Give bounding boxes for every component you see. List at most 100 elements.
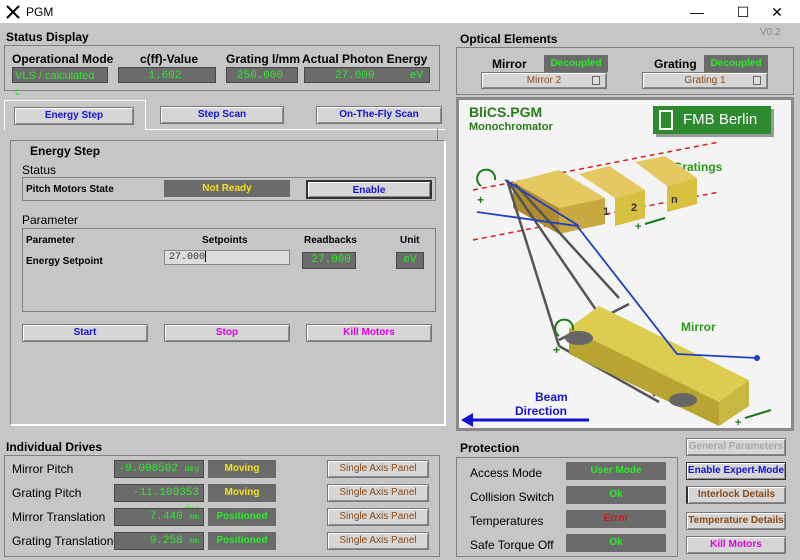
photon-energy-value: 27.000 eV — [304, 67, 430, 83]
translation-arrow-icon — [644, 217, 666, 225]
tab-step-scan[interactable]: Step Scan — [160, 106, 284, 124]
protection-name: Access Mode — [470, 466, 543, 480]
kill-motors-side-button[interactable]: Kill Motors — [686, 536, 786, 554]
grating-select-value: Grating 1 — [684, 75, 726, 86]
drive-state: Positioned — [208, 508, 276, 526]
energy-unit: eV — [396, 252, 424, 269]
interlock-details-button[interactable]: Interlock Details — [686, 486, 786, 504]
drive-name: Grating Translation — [12, 534, 114, 548]
tab-energy-step[interactable]: Energy Step — [4, 100, 146, 130]
pitch-motors-state: Not Ready — [164, 180, 290, 197]
dropdown-indicator-icon — [753, 76, 761, 85]
status-display-title: Status Display — [6, 30, 89, 44]
cff-header: c(ff)-Value — [140, 52, 199, 66]
grating-number-2: 2 — [631, 202, 638, 214]
col-parameter: Parameter — [26, 235, 75, 246]
single-axis-panel-button[interactable]: Single Axis Panel — [327, 484, 429, 502]
drive-value-number: 7.440 — [149, 511, 183, 523]
grating-lmm-header: Grating l/mm — [226, 52, 301, 66]
optical-elements-title: Optical Elements — [460, 32, 558, 46]
drive-value-unit: mm — [189, 537, 199, 546]
diagram-drawing: + + + + — [461, 141, 772, 428]
svg-text:+: + — [477, 193, 484, 207]
drive-value: -9.008502 deg — [114, 460, 204, 478]
drive-name: Mirror Pitch — [12, 462, 74, 476]
col-unit: Unit — [400, 235, 420, 246]
mirror-label: Mirror — [492, 57, 527, 71]
drive-state: Moving — [208, 460, 276, 478]
dropdown-indicator-icon — [592, 76, 600, 85]
start-button[interactable]: Start — [22, 324, 148, 342]
protection-name: Temperatures — [470, 514, 544, 528]
col-setpoints: Setpoints — [202, 235, 248, 246]
drive-state: Positioned — [208, 532, 276, 550]
x11-logo-icon — [6, 5, 20, 19]
grating-decoupled-state: Decoupled — [704, 55, 768, 72]
operational-mode-header: Operational Mode — [12, 52, 114, 66]
energy-setpoint-input[interactable]: 27.000 — [164, 250, 290, 265]
single-axis-panel-button[interactable]: Single Axis Panel — [327, 508, 429, 526]
single-axis-panel-button[interactable]: Single Axis Panel — [327, 532, 429, 550]
energy-step-title: Energy Step — [30, 144, 101, 158]
tab-on-the-fly-scan[interactable]: On-The-Fly Scan — [316, 106, 442, 124]
mirror-decoupled-state: Decoupled — [544, 55, 608, 72]
grating-lmm-value: 250.000 — [226, 67, 298, 83]
protection-name: Safe Torque Off — [470, 538, 554, 552]
window-title: PGM — [26, 5, 54, 19]
rotation-arrow-icon — [476, 168, 497, 187]
individual-drives-title: Individual Drives — [6, 440, 103, 454]
drive-value-number: -11.109353 — [132, 487, 199, 499]
grating-blocks-icon — [513, 156, 697, 234]
mirror-select-value: Mirror 2 — [526, 75, 562, 86]
svg-text:+: + — [735, 417, 741, 428]
text-cursor — [205, 251, 207, 262]
protection-value: Error — [566, 510, 666, 528]
col-readbacks: Readbacks — [304, 235, 357, 246]
minimize-button[interactable]: — — [674, 0, 720, 24]
photon-energy-number: 27.000 — [335, 70, 375, 82]
grating-select[interactable]: Grating 1 — [642, 72, 768, 89]
drive-value-unit: mm — [189, 513, 199, 522]
grating-number-1: 1 — [603, 206, 610, 218]
protection-value: User Mode — [566, 462, 666, 480]
drive-value-number: 9.258 — [149, 535, 183, 547]
grating-number-n: n — [671, 194, 678, 206]
protection-name: Collision Switch — [470, 490, 555, 504]
protection-value: Ok — [566, 534, 666, 552]
protection-title: Protection — [460, 441, 520, 455]
photon-energy-unit: eV — [409, 70, 423, 82]
drive-value: -11.109353 deg — [114, 484, 204, 514]
monochromator-diagram: BliCS.PGM Monochromator FMB Berlin Grati… — [456, 97, 794, 431]
enable-button[interactable]: Enable — [306, 180, 432, 199]
drive-state: Moving — [208, 484, 276, 502]
svg-text:+: + — [635, 221, 641, 233]
drive-value: 7.440 mm — [114, 508, 204, 526]
parameter-section-label: Parameter — [22, 213, 79, 227]
tab-energy-step-button[interactable]: Energy Step — [14, 107, 134, 125]
operational-mode-value: VLS / calculated c — [12, 67, 108, 98]
status-label: Status — [22, 163, 57, 177]
photon-energy-header: Actual Photon Energy — [302, 52, 428, 66]
temperature-details-button[interactable]: Temperature Details — [686, 512, 786, 530]
drive-value-unit: deg — [184, 465, 199, 474]
translation-arrow-icon — [744, 409, 772, 419]
kill-motors-button[interactable]: Kill Motors — [306, 324, 432, 342]
cff-value: 1.602 — [118, 67, 216, 83]
mirror-select[interactable]: Mirror 2 — [481, 72, 607, 89]
energy-readback: 27.000 — [302, 252, 356, 269]
close-button[interactable]: ✕ — [754, 0, 800, 24]
protection-value: Ok — [566, 486, 666, 504]
svg-text:+: + — [553, 343, 560, 357]
title-bar: PGM — ☐ ✕ — [0, 0, 800, 24]
general-parameters-button[interactable]: General Parameters — [686, 438, 786, 456]
tab-divider — [145, 129, 445, 130]
energy-setpoint-value: 27.000 — [169, 252, 206, 264]
single-axis-panel-button[interactable]: Single Axis Panel — [327, 460, 429, 478]
stop-button[interactable]: Stop — [164, 324, 290, 342]
drive-name: Mirror Translation — [12, 510, 106, 524]
version-label: V0.2 — [760, 27, 781, 38]
drive-name: Grating Pitch — [12, 486, 82, 500]
drive-value: 9.258 mm — [114, 532, 204, 550]
drive-value-number: -9.008502 — [118, 463, 178, 475]
enable-expert-mode-button[interactable]: Enable Expert-Mode — [686, 462, 786, 480]
